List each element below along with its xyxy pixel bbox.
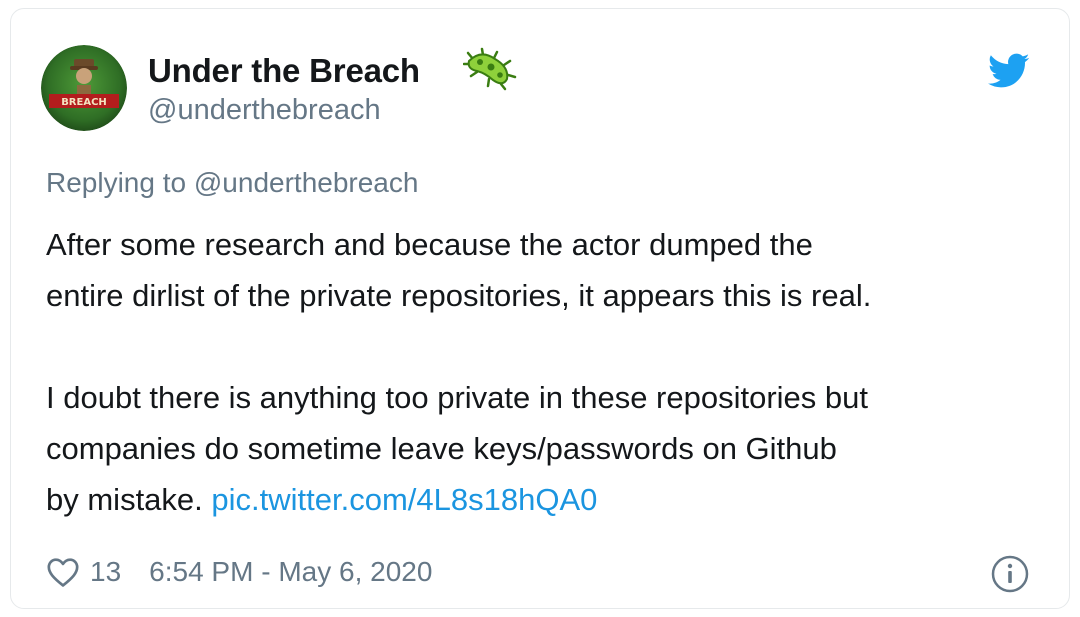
tweet-text: After some research and because the acto… — [46, 219, 1046, 525]
heart-icon[interactable] — [46, 556, 80, 588]
reply-prefix: Replying to — [46, 167, 187, 198]
avatar-image: BREACH — [41, 45, 127, 131]
like-count[interactable]: 13 — [90, 556, 121, 588]
pic-link[interactable]: pic.twitter.com/4L8s18hQA0 — [211, 482, 597, 517]
reply-handle-link[interactable]: @underthebreach — [194, 167, 419, 198]
twitter-bird-icon[interactable] — [988, 53, 1030, 89]
info-icon[interactable] — [990, 554, 1030, 594]
display-name[interactable]: Under the Breach — [148, 52, 420, 90]
tweet-footer: 13 6:54 PM - May 6, 2020 — [46, 552, 432, 592]
tweet-text-line: entire dirlist of the private repositori… — [46, 278, 872, 313]
avatar-banner-text: BREACH — [61, 97, 107, 108]
timestamp[interactable]: 6:54 PM - May 6, 2020 — [149, 556, 432, 588]
tweet-text-line: by mistake. — [46, 482, 203, 517]
tweet-text-line: After some research and because the acto… — [46, 227, 813, 262]
tweet-text-line: companies do sometime leave keys/passwor… — [46, 431, 837, 466]
tweet-text-line: I doubt there is anything too private in… — [46, 380, 868, 415]
user-handle[interactable]: @underthebreach — [148, 94, 381, 127]
tweet-text-last-line: by mistake. pic.twitter.com/4L8s18hQA0 — [46, 474, 1046, 525]
reply-context: Replying to @underthebreach — [46, 167, 418, 199]
avatar[interactable]: BREACH — [41, 45, 127, 131]
paragraph-break — [46, 321, 1046, 372]
microbe-icon — [462, 47, 519, 91]
